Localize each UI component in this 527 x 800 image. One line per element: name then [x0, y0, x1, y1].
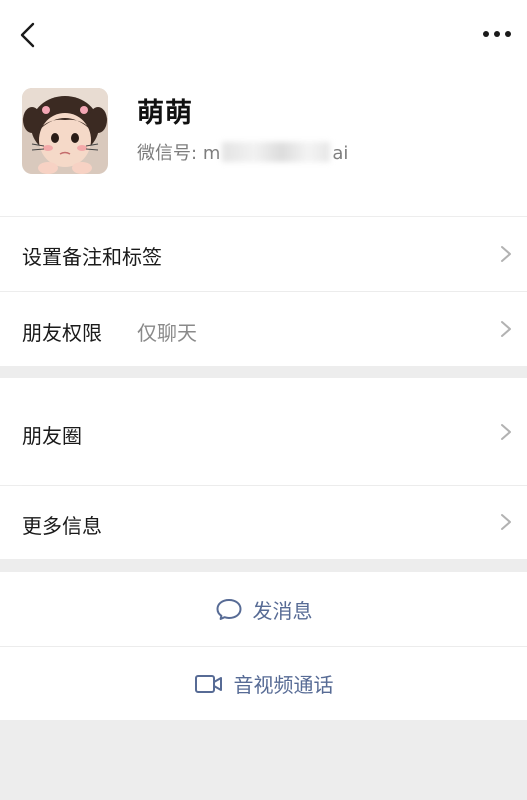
- remark-and-tags-label: 设置备注和标签: [22, 245, 162, 269]
- wechat-id-prefix: m: [202, 143, 221, 164]
- chat-bubble-icon: [215, 597, 243, 621]
- send-message-label: 发消息: [252, 598, 313, 623]
- wechat-id-suffix: ai: [332, 143, 349, 164]
- profile-header: 萌萌 微信号: m ai: [0, 0, 527, 216]
- send-message-button[interactable]: 发消息: [0, 572, 527, 646]
- contact-profile-page: 萌萌 微信号: m ai 设置备注和标签 朋友权限 仅聊天 朋友圈 更多信息 发…: [0, 0, 527, 800]
- wechat-id-redaction: [222, 142, 331, 162]
- wechat-id: 微信号: m ai: [137, 139, 348, 165]
- video-call-label: 音视频通话: [233, 673, 334, 697]
- chevron-right-icon: [501, 246, 511, 262]
- more-info-row[interactable]: 更多信息: [0, 486, 527, 559]
- avatar[interactable]: [22, 88, 108, 174]
- contact-name: 萌萌: [137, 98, 193, 129]
- chevron-right-icon: [501, 321, 511, 337]
- chevron-right-icon: [501, 424, 511, 440]
- chevron-right-icon: [501, 514, 511, 530]
- chevron-left-icon: [20, 22, 35, 48]
- more-info-label: 更多信息: [22, 514, 102, 538]
- video-camera-icon: [194, 673, 224, 695]
- ellipsis-icon: [483, 31, 511, 37]
- moments-row[interactable]: 朋友圈: [0, 378, 527, 485]
- remark-and-tags-row[interactable]: 设置备注和标签: [0, 217, 527, 291]
- avatar-image: [22, 88, 108, 174]
- back-button[interactable]: [14, 20, 42, 50]
- wechat-id-label: 微信号:: [137, 143, 198, 164]
- friend-permissions-label: 朋友权限: [22, 321, 102, 345]
- moments-label: 朋友圈: [22, 424, 82, 448]
- friend-permissions-value: 仅聊天: [137, 321, 197, 345]
- video-call-button[interactable]: 音视频通话: [0, 647, 527, 720]
- friend-permissions-row[interactable]: 朋友权限 仅聊天: [0, 292, 527, 366]
- more-options-button[interactable]: [481, 22, 513, 46]
